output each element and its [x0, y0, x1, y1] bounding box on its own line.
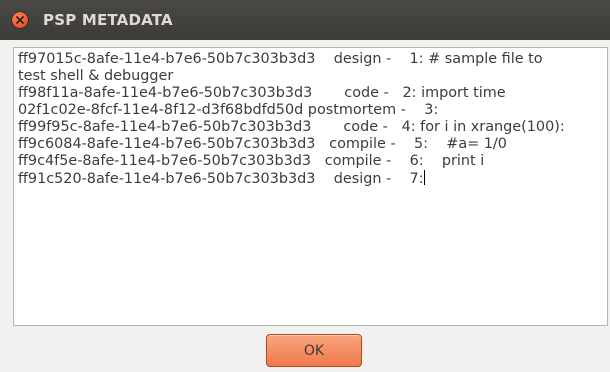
- metadata-text-area[interactable]: ff97015c-8afe-11e4-b7e6-50b7c303b3d3 des…: [13, 47, 608, 326]
- text-line: 02f1c02e-8fcf-11e4-8f12-d3f68bdfd50d pos…: [18, 102, 439, 118]
- text-line: ff97015c-8afe-11e4-b7e6-50b7c303b3d3 des…: [18, 51, 543, 67]
- text-line: ff91c520-8afe-11e4-b7e6-50b7c303b3d3 des…: [18, 171, 424, 187]
- close-x-glyph: [16, 16, 24, 24]
- psp-metadata-dialog: PSP METADATA ff97015c-8afe-11e4-b7e6-50b…: [0, 0, 610, 372]
- close-icon[interactable]: [11, 11, 29, 29]
- text-line: ff9c4f5e-8afe-11e4-b7e6-50b7c303b3d3 com…: [18, 153, 485, 169]
- text-line: ff98f11a-8afe-11e4-b7e6-50b7c303b3d3 cod…: [18, 85, 506, 101]
- text-line: ff99f95c-8afe-11e4-b7e6-50b7c303b3d3 cod…: [18, 119, 565, 135]
- window-title: PSP METADATA: [43, 11, 173, 29]
- text-line: test shell & debugger: [18, 68, 174, 84]
- text-line: ff9c6084-8afe-11e4-b7e6-50b7c303b3d3 com…: [18, 136, 507, 152]
- ok-button[interactable]: OK: [266, 334, 362, 367]
- metadata-text-content: ff97015c-8afe-11e4-b7e6-50b7c303b3d3 des…: [14, 48, 607, 191]
- text-caret: [423, 170, 425, 185]
- title-bar: PSP METADATA: [0, 0, 610, 40]
